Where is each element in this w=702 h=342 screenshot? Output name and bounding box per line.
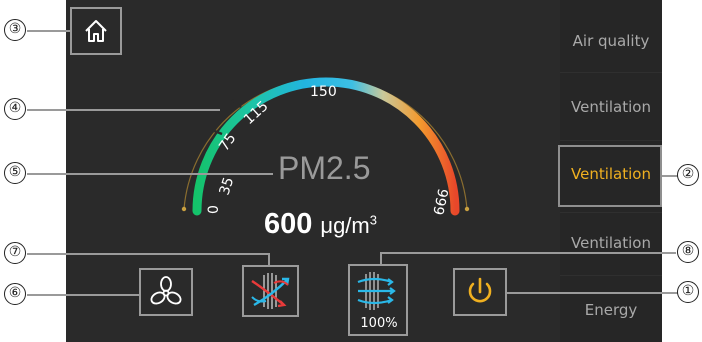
gauge-tick-label: 150 xyxy=(310,84,337,100)
unit-text: μg/m xyxy=(320,213,370,238)
pm25-reading: 600 μg/m3 xyxy=(264,208,377,241)
callout-leader-8-drop xyxy=(380,252,382,266)
gauge-ring-end-dot xyxy=(181,206,187,212)
callout-leader-7-drop xyxy=(268,253,270,266)
callout-leader-1 xyxy=(507,292,678,294)
gauge-tick-label: 115 xyxy=(241,98,272,128)
callout-3: ③ xyxy=(4,19,26,41)
gauge-ring-end-dot xyxy=(464,206,470,212)
callout-leader-3 xyxy=(27,30,70,32)
callout-1: ① xyxy=(677,281,699,303)
callout-4: ④ xyxy=(4,98,26,120)
power-button[interactable] xyxy=(453,268,507,316)
home-button[interactable] xyxy=(70,7,122,55)
home-icon xyxy=(85,20,107,42)
gauge-tick-label: 666 xyxy=(431,187,452,217)
callout-leader-5 xyxy=(27,173,273,175)
gauge-tick-label: 0 xyxy=(206,205,222,214)
fan-button[interactable] xyxy=(139,268,193,316)
fan-icon xyxy=(150,276,182,305)
callout-8: ⑧ xyxy=(677,241,699,263)
callout-leader-4 xyxy=(27,109,220,111)
callout-7: ⑦ xyxy=(4,242,26,264)
gauge-title: PM2.5 xyxy=(278,150,371,186)
gauge-tick-label: 35 xyxy=(217,175,238,197)
unit-exponent: 3 xyxy=(369,212,377,228)
pm25-value: 600 xyxy=(264,208,313,240)
callout-leader-8 xyxy=(380,252,676,254)
filter-icon xyxy=(357,272,396,310)
callout-2: ② xyxy=(677,164,699,186)
callout-leader-7 xyxy=(27,253,270,255)
heat-exchange-icon xyxy=(251,273,290,309)
pm25-unit: μg/m3 xyxy=(320,213,377,238)
callout-leader-6 xyxy=(27,294,139,296)
callout-6: ⑥ xyxy=(4,283,26,305)
filter-life-percent: 100% xyxy=(360,316,398,331)
callout-5: ⑤ xyxy=(4,162,26,184)
heat-exchange-button[interactable] xyxy=(242,265,299,317)
power-icon xyxy=(468,277,492,303)
callout-leader-2 xyxy=(662,175,678,177)
